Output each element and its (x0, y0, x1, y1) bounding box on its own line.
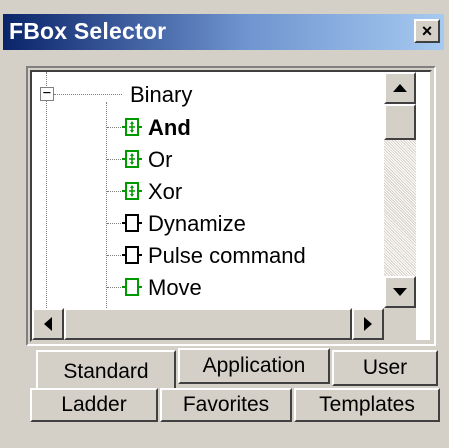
tree-view[interactable]: − Binary And Or Xor Dynamize Pulse command Mo… (32, 72, 384, 308)
scroll-up-button[interactable] (384, 72, 416, 104)
fbox-green-icon (122, 278, 142, 296)
tree-node-item[interactable]: Move (148, 275, 202, 301)
arrow-up-icon (393, 84, 407, 92)
tree-node-binary[interactable]: Binary (130, 82, 192, 108)
tab-application[interactable]: Application (178, 348, 330, 384)
title-bar[interactable]: FBox Selector × (3, 14, 444, 50)
scroll-right-button[interactable] (352, 308, 384, 340)
tab-user[interactable]: User (332, 350, 438, 386)
scroll-left-button[interactable] (32, 308, 64, 340)
scroll-down-button[interactable] (384, 276, 416, 308)
tree-node-item[interactable]: And (148, 115, 191, 141)
fbox-tree: − Binary And Or Xor Dynamize Pulse command Mo… (30, 70, 432, 342)
tab-templates[interactable]: Templates (294, 388, 440, 422)
vertical-scrollbar[interactable] (384, 72, 416, 308)
collapse-toggle[interactable]: − (40, 86, 54, 101)
horizontal-scrollbar[interactable] (32, 308, 384, 340)
scroll-thumb[interactable] (384, 104, 416, 140)
tree-node-item[interactable]: Or (148, 147, 172, 173)
window-title: FBox Selector (9, 18, 167, 44)
fbox-green-bidirectional-icon (122, 118, 142, 136)
tree-node-item[interactable]: Pulse command (148, 243, 306, 269)
fbox-selector-window: FBox Selector × − Binary And Or Xor Dynamiz… (0, 0, 449, 448)
arrow-right-icon (364, 317, 372, 331)
tree-node-item[interactable]: Dynamize (148, 211, 246, 237)
hscroll-thumb[interactable] (64, 308, 352, 340)
tab-ladder[interactable]: Ladder (30, 388, 158, 422)
fbox-green-bidirectional-icon (122, 182, 142, 200)
fbox-black-icon (122, 214, 142, 232)
tree-node-item[interactable]: Xor (148, 179, 182, 205)
tab-standard[interactable]: Standard (36, 350, 176, 392)
close-icon: × (421, 21, 433, 41)
tab-favorites[interactable]: Favorites (160, 388, 292, 422)
scroll-corner (384, 308, 416, 340)
fbox-green-bidirectional-icon (122, 150, 142, 168)
close-button[interactable]: × (414, 19, 440, 43)
fbox-black-icon (122, 246, 142, 264)
arrow-left-icon (44, 317, 52, 331)
arrow-down-icon (393, 288, 407, 296)
tree-panel: − Binary And Or Xor Dynamize Pulse command Mo… (26, 66, 436, 346)
